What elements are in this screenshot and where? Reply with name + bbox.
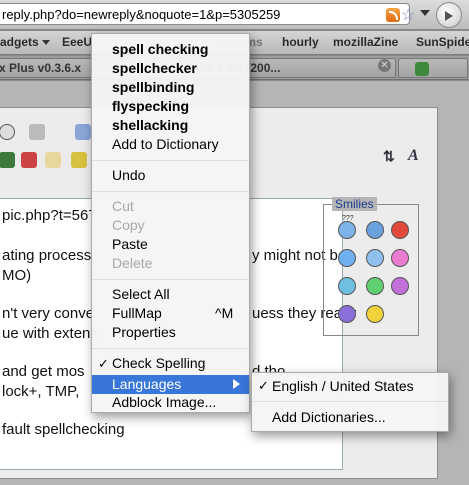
menu-separator xyxy=(92,191,249,192)
smiley-cool-icon[interactable] xyxy=(366,249,384,267)
text-line: ating process xyxy=(2,247,92,264)
bookmark-hourly[interactable]: hourly xyxy=(282,35,319,49)
select-all-item[interactable]: Select All xyxy=(112,286,170,305)
chevron-down-icon xyxy=(41,40,50,46)
undo-icon[interactable] xyxy=(75,124,91,140)
menu-separator xyxy=(252,401,448,402)
menu-separator xyxy=(92,279,249,280)
cut-item[interactable]: Cut xyxy=(112,198,134,217)
font-format-icon[interactable]: A xyxy=(408,147,419,165)
text-line: ue with extens xyxy=(2,325,98,342)
tab-3[interactable] xyxy=(398,58,468,78)
suggestion-shellacking[interactable]: shellacking xyxy=(112,117,188,136)
menu-separator xyxy=(92,348,249,349)
text-line: n't very conve xyxy=(2,305,95,322)
resize-editor-icon[interactable]: ⇅ xyxy=(383,148,395,165)
go-button[interactable] xyxy=(436,2,462,28)
smiley-sad-icon[interactable] xyxy=(338,305,356,323)
check-mark-icon: ✓ xyxy=(258,378,269,393)
tab-1-label: x Plus v0.3.6.x xyxy=(0,61,82,75)
bookmark-eeeu[interactable]: EeeU xyxy=(62,35,92,49)
adblock-image-item[interactable]: Adblock Image... xyxy=(112,394,216,413)
url-text[interactable]: reply.php?do=newreply&noquote=1&p=530525… xyxy=(2,7,280,22)
text-line: pic.php?t=567 xyxy=(2,207,97,224)
image-icon[interactable] xyxy=(71,152,87,168)
smiley-happy-icon[interactable] xyxy=(366,305,384,323)
suggestion-spell-checking[interactable]: spell checking xyxy=(112,41,208,60)
languages-item[interactable]: Languages xyxy=(92,375,249,394)
menu-separator xyxy=(92,160,249,161)
paste-item[interactable]: Paste xyxy=(112,236,148,255)
url-field[interactable]: reply.php?do=newreply&noquote=1&p=530525… xyxy=(0,3,430,25)
properties-item[interactable]: Properties xyxy=(112,324,176,343)
smiley-mad-icon[interactable] xyxy=(391,221,409,239)
add-dictionaries-item[interactable]: Add Dictionaries... xyxy=(272,409,386,425)
text-line: MO) xyxy=(2,267,32,284)
check-spelling-item[interactable]: Check Spelling xyxy=(112,355,205,374)
submenu-arrow-icon xyxy=(233,379,240,389)
languages-submenu: ✓ English / United States Add Dictionari… xyxy=(251,372,449,432)
favicon-icon xyxy=(415,62,429,76)
email-icon[interactable] xyxy=(45,152,61,168)
navigation-toolbar: reply.php?do=newreply&noquote=1&p=530525… xyxy=(0,0,469,30)
bookmark-folder-gadgets[interactable]: adgets xyxy=(0,35,50,49)
languages-label: Languages xyxy=(112,376,182,392)
smiley-confused-icon[interactable] xyxy=(338,221,356,239)
fullmap-item[interactable]: FullMap xyxy=(112,305,162,324)
bookmark-star-icon[interactable]: ☆ xyxy=(401,5,415,25)
url-history-dropdown-icon[interactable] xyxy=(420,10,430,16)
rss-feed-icon[interactable] xyxy=(386,8,400,22)
bookmark-sunspider[interactable]: SunSpider xyxy=(416,35,469,49)
smiley-wink-icon[interactable] xyxy=(338,277,356,295)
context-menu: spell checking spellchecker spellbinding… xyxy=(91,33,250,413)
smilies-panel: Smilies ??? xyxy=(323,197,419,336)
bookmark-mozillazine[interactable]: mozillaZine xyxy=(333,35,398,49)
link-icon[interactable] xyxy=(0,152,15,168)
close-tab-icon[interactable]: ✕ xyxy=(378,59,391,72)
emoticon-icon[interactable] xyxy=(0,124,15,140)
copy-item[interactable]: Copy xyxy=(112,217,145,236)
text-line: lock+, TMP, xyxy=(2,383,80,400)
suggestion-spellbinding[interactable]: spellbinding xyxy=(112,79,194,98)
smiley-smile-icon[interactable] xyxy=(338,249,356,267)
undo-item[interactable]: Undo xyxy=(112,167,145,186)
language-english-us-item[interactable]: English / United States xyxy=(272,378,414,394)
smiley-tongue-icon[interactable] xyxy=(391,249,409,267)
smiley-frown-icon[interactable] xyxy=(391,277,409,295)
smilies-title: Smilies xyxy=(332,197,377,211)
unlink-icon[interactable] xyxy=(21,152,37,168)
add-to-dictionary-item[interactable]: Add to Dictionary xyxy=(112,136,219,155)
suggestion-spellchecker[interactable]: spellchecker xyxy=(112,60,197,79)
suggestion-flyspecking[interactable]: flyspecking xyxy=(112,98,189,117)
fullmap-shortcut: ^M xyxy=(215,305,234,321)
attachment-icon[interactable] xyxy=(29,124,45,140)
check-mark-icon: ✓ xyxy=(98,356,109,371)
smiley-eek-icon[interactable] xyxy=(366,221,384,239)
smiley-grin-icon[interactable] xyxy=(366,277,384,295)
delete-item[interactable]: Delete xyxy=(112,255,152,274)
text-line: fault spellchecking xyxy=(2,421,125,438)
text-line: and get mos xyxy=(2,363,85,380)
